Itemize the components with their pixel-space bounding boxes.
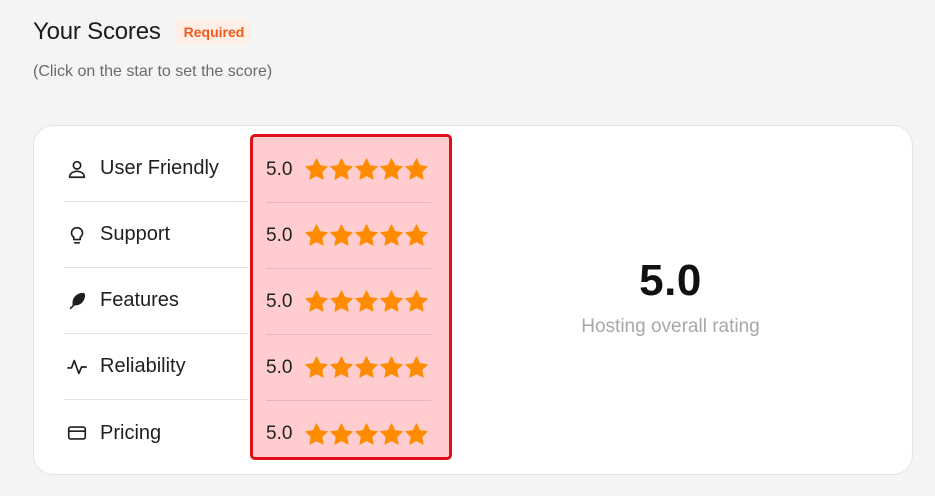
star-rating[interactable]: [304, 355, 429, 380]
category-label: Pricing: [100, 421, 162, 444]
instruction-text: (Click on the star to set the score): [33, 63, 273, 80]
star-icon[interactable]: [404, 223, 429, 248]
star-icon[interactable]: [304, 422, 329, 447]
score-value: 5.0: [266, 224, 293, 246]
score-row-reliability: 5.0: [266, 335, 431, 401]
activity-icon: [66, 356, 88, 378]
category-row-reliability: Reliability: [64, 334, 248, 400]
star-icon[interactable]: [404, 289, 429, 314]
star-icon[interactable]: [404, 422, 429, 447]
score-row-features: 5.0: [266, 269, 431, 335]
score-row-pricing: 5.0: [266, 401, 431, 467]
credit-card-icon: [66, 422, 88, 444]
star-icon[interactable]: [329, 157, 354, 182]
star-icon[interactable]: [329, 422, 354, 447]
overall-rating: 5.0 Hosting overall rating: [494, 256, 847, 338]
star-rating[interactable]: [304, 157, 429, 182]
star-icon[interactable]: [379, 422, 404, 447]
overall-rating-label: Hosting overall rating: [581, 316, 760, 337]
star-icon[interactable]: [379, 289, 404, 314]
category-label: Support: [100, 223, 171, 245]
star-icon[interactable]: [304, 223, 329, 248]
star-icon[interactable]: [354, 289, 379, 314]
score-value: 5.0: [266, 356, 293, 378]
star-icon[interactable]: [354, 355, 379, 380]
category-row-support: Support: [64, 202, 248, 268]
star-icon[interactable]: [379, 223, 404, 248]
required-badge: Required: [175, 20, 253, 44]
lightbulb-icon: [66, 224, 88, 246]
title-row: Your Scores Required: [33, 18, 253, 46]
user-icon: [66, 158, 88, 180]
category-row-features: Features: [64, 268, 248, 334]
category-labels: User Friendly Support Features Reliabili…: [64, 136, 248, 466]
category-row-user-friendly: User Friendly: [64, 136, 248, 202]
category-label: User Friendly: [100, 157, 219, 179]
star-icon[interactable]: [354, 422, 379, 447]
feather-icon: [66, 290, 88, 312]
star-icon[interactable]: [329, 289, 354, 314]
scores-header: Your Scores Required: [33, 18, 253, 46]
score-value: 5.0: [266, 158, 293, 180]
star-rating[interactable]: [304, 289, 429, 314]
score-row-support: 5.0: [266, 203, 431, 269]
star-icon[interactable]: [329, 355, 354, 380]
star-icon[interactable]: [304, 355, 329, 380]
score-value: 5.0: [266, 423, 293, 444]
category-row-pricing: Pricing: [64, 400, 248, 466]
score-row-user-friendly: 5.0: [266, 137, 431, 203]
star-icon[interactable]: [354, 157, 379, 182]
scores-card: User Friendly Support Features Reliabili…: [33, 125, 913, 475]
star-icon[interactable]: [404, 157, 429, 182]
overall-rating-value: 5.0: [639, 256, 702, 305]
star-rating[interactable]: [304, 223, 429, 248]
star-icon[interactable]: [379, 355, 404, 380]
star-icon[interactable]: [304, 157, 329, 182]
score-value: 5.0: [266, 290, 293, 312]
star-icon[interactable]: [404, 355, 429, 380]
star-rating[interactable]: [304, 422, 429, 447]
category-label: Features: [100, 289, 179, 311]
category-label: Reliability: [100, 355, 186, 377]
star-icon[interactable]: [329, 223, 354, 248]
page-title: Your Scores: [33, 18, 161, 45]
score-column: 5.0 5.0 5.0 5.0 5.0: [250, 134, 452, 460]
star-icon[interactable]: [354, 223, 379, 248]
star-icon[interactable]: [304, 289, 329, 314]
star-icon[interactable]: [379, 157, 404, 182]
